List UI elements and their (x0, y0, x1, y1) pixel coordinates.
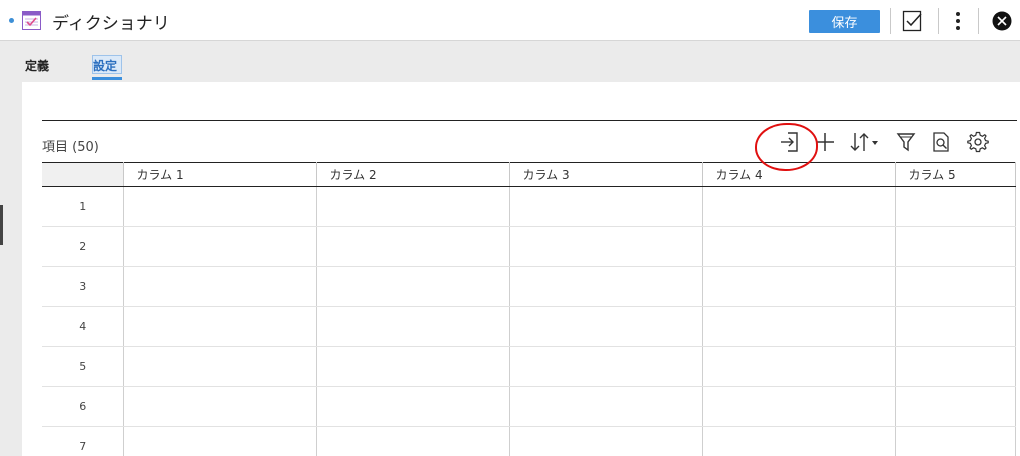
window-title: ディクショナリ (52, 14, 170, 34)
row-number[interactable]: 4 (42, 306, 124, 347)
grid-cell[interactable] (123, 426, 317, 456)
grid-cell[interactable] (895, 266, 1016, 307)
window-edge (0, 205, 3, 245)
items-count-label: 項目 (50) (42, 140, 99, 155)
settings-panel: 項目 (50) カラム 1 カラム 2 カラム 3 カラム 4 カラム 5 1 … (22, 82, 1020, 456)
row-number[interactable]: 6 (42, 386, 124, 427)
grid-cell[interactable] (702, 306, 896, 347)
divider (978, 8, 979, 34)
grid-cell[interactable] (509, 386, 703, 427)
title-bar: ディクショナリ 保存 (0, 0, 1020, 41)
grid-cell[interactable] (702, 186, 896, 227)
grid-cell[interactable] (895, 346, 1016, 387)
row-number[interactable]: 3 (42, 266, 124, 307)
grid-cell[interactable] (123, 266, 317, 307)
grid-header-row: カラム 1 カラム 2 カラム 3 カラム 4 カラム 5 (42, 162, 1016, 187)
grid-cell[interactable] (895, 226, 1016, 267)
dictionary-app-icon (22, 11, 41, 30)
table-row: 7 (42, 426, 1016, 456)
find-icon[interactable] (930, 130, 952, 154)
table-row: 6 (42, 386, 1016, 427)
table-row: 3 (42, 266, 1016, 307)
tab-definition[interactable]: 定義 (25, 57, 49, 74)
column-header[interactable]: カラム 2 (316, 162, 510, 187)
grid-cell[interactable] (702, 346, 896, 387)
grid-cell[interactable] (509, 306, 703, 347)
column-header[interactable]: カラム 5 (895, 162, 1016, 187)
grid-cell[interactable] (316, 426, 510, 456)
grid-cell[interactable] (895, 306, 1016, 347)
sort-icon[interactable] (848, 130, 882, 154)
grid-cell[interactable] (702, 226, 896, 267)
grid-cell[interactable] (895, 186, 1016, 227)
divider (890, 8, 891, 34)
column-header[interactable]: カラム 1 (123, 162, 317, 187)
grid-cell[interactable] (316, 186, 510, 227)
grid-cell[interactable] (509, 186, 703, 227)
grid-cell[interactable] (316, 306, 510, 347)
row-number[interactable]: 5 (42, 346, 124, 387)
tab-bar (0, 41, 1020, 81)
column-header[interactable]: カラム 3 (509, 162, 703, 187)
grid-cell[interactable] (509, 346, 703, 387)
checklist-icon[interactable] (902, 10, 924, 32)
divider (938, 8, 939, 34)
items-grid: カラム 1 カラム 2 カラム 3 カラム 4 カラム 5 1234567 (42, 162, 1016, 456)
grid-cell[interactable] (316, 266, 510, 307)
tab-settings[interactable]: 設定 (93, 57, 117, 74)
grid-cell[interactable] (895, 386, 1016, 427)
grid-cell[interactable] (123, 346, 317, 387)
tab-active-indicator (92, 77, 122, 80)
grid-cell[interactable] (316, 226, 510, 267)
grid-cell[interactable] (123, 226, 317, 267)
grid-corner-cell[interactable] (42, 162, 124, 187)
grid-cell[interactable] (123, 186, 317, 227)
row-number[interactable]: 2 (42, 226, 124, 267)
grid-cell[interactable] (702, 266, 896, 307)
grid-cell[interactable] (509, 426, 703, 456)
grid-cell[interactable] (509, 266, 703, 307)
grid-cell[interactable] (123, 386, 317, 427)
row-number[interactable]: 1 (42, 186, 124, 227)
grid-cell[interactable] (895, 426, 1016, 456)
table-row: 5 (42, 346, 1016, 387)
grid-cell[interactable] (316, 346, 510, 387)
filter-icon[interactable] (895, 130, 917, 154)
settings-icon[interactable] (966, 130, 990, 154)
save-button[interactable]: 保存 (809, 10, 880, 33)
grid-cell[interactable] (509, 226, 703, 267)
unsaved-indicator-dot (9, 18, 14, 23)
table-row: 1 (42, 186, 1016, 227)
annotation-circle (755, 123, 818, 171)
grid-cell[interactable] (702, 386, 896, 427)
more-vertical-icon[interactable] (951, 11, 965, 31)
table-row: 4 (42, 306, 1016, 347)
table-row: 2 (42, 226, 1016, 267)
row-number[interactable]: 7 (42, 426, 124, 456)
section-divider (42, 120, 1017, 121)
grid-cell[interactable] (123, 306, 317, 347)
close-circle-icon[interactable] (992, 11, 1012, 31)
grid-cell[interactable] (702, 426, 896, 456)
grid-cell[interactable] (316, 386, 510, 427)
